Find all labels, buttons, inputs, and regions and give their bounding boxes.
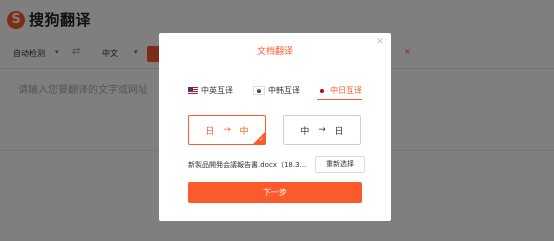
direction-from: 中 xyxy=(300,126,310,137)
tab-en-zh[interactable]: 中英互译 xyxy=(188,84,233,97)
us-flag-icon xyxy=(188,87,198,94)
direction-to: 日 xyxy=(334,126,344,137)
uploaded-file-name: 新製品開発会議報告書.docx（18.3... xyxy=(188,161,307,169)
direction-from: 日 xyxy=(205,126,215,137)
kr-flag-icon xyxy=(253,86,265,95)
tab-label: 中日互译 xyxy=(330,86,362,95)
direction-to: 中 xyxy=(239,126,249,137)
dialog-title: 文档翻译 xyxy=(256,47,293,57)
direction-zh-to-ja[interactable]: 中 → 日 xyxy=(283,115,361,145)
language-pair-tabs: 中英互译 中韩互译 中日互译 xyxy=(159,84,391,100)
close-icon[interactable]: × xyxy=(376,36,384,47)
reselect-file-button[interactable]: 重新选择 xyxy=(315,156,365,173)
arrow-right-icon: → xyxy=(318,125,326,135)
jp-flag-icon xyxy=(317,87,327,94)
tab-label: 中韩互译 xyxy=(268,86,300,95)
tab-ko-zh[interactable]: 中韩互译 xyxy=(253,84,300,97)
direction-ja-to-zh[interactable]: 日 → 中 ✓ xyxy=(188,115,266,145)
arrow-right-icon: → xyxy=(223,125,231,135)
tab-label: 中英互译 xyxy=(201,86,233,95)
check-icon: ✓ xyxy=(258,136,264,143)
tab-ja-zh[interactable]: 中日互译 xyxy=(317,84,362,100)
next-step-button[interactable]: 下一步 xyxy=(188,182,362,203)
document-translate-dialog: 文档翻译 × 中英互译 中韩互译 中日互译 日 → 中 ✓ 中 → 日 新製品開… xyxy=(159,33,391,221)
